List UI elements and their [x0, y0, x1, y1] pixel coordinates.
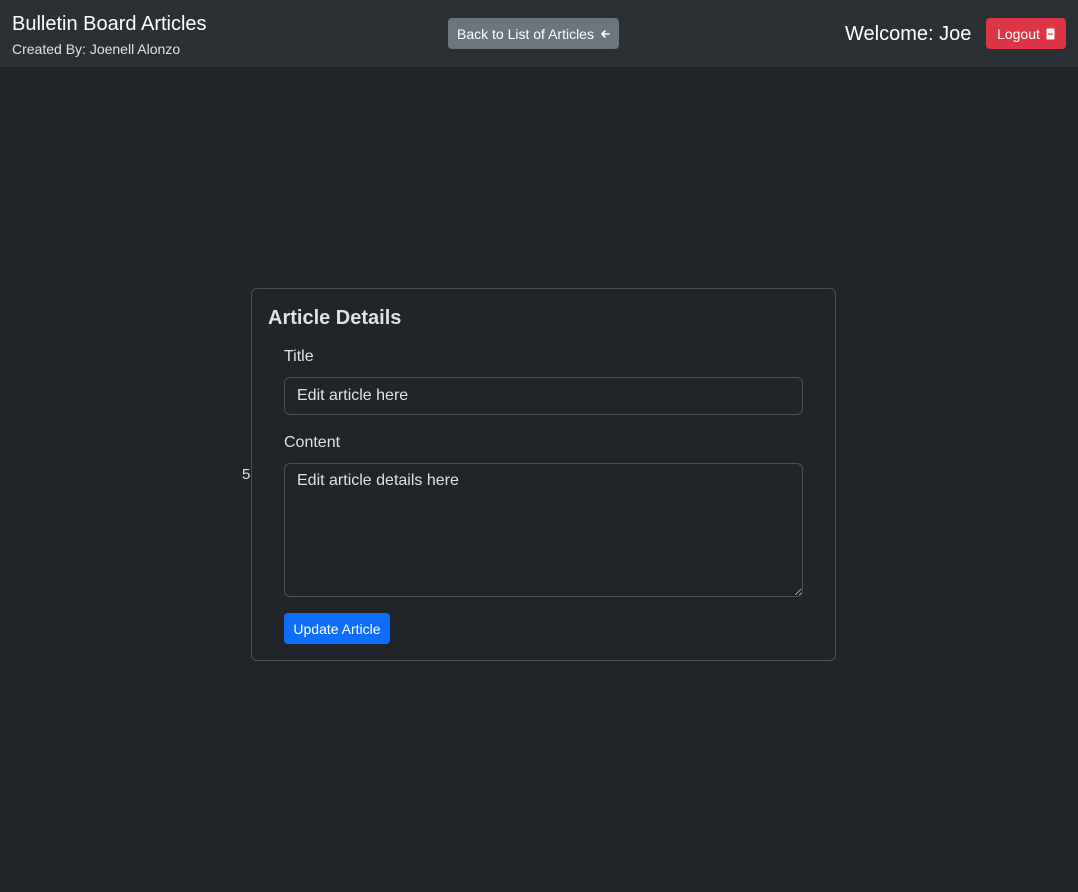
content-label: Content	[284, 434, 341, 451]
logout-button[interactable]: Logout	[986, 18, 1066, 49]
back-to-list-button[interactable]: Back to List of Articles	[448, 18, 619, 49]
door-icon	[1046, 28, 1055, 40]
back-button-label: Back to List of Articles	[457, 25, 594, 42]
content-textarea[interactable]: Edit article details here	[284, 463, 803, 597]
card-heading: Article Details	[268, 307, 402, 329]
arrow-left-icon	[600, 29, 610, 39]
app-title: Bulletin Board Articles	[12, 13, 207, 35]
update-article-button[interactable]: Update Article	[284, 613, 390, 644]
article-details-card: Article Details Title Content Edit artic…	[251, 288, 836, 661]
title-label: Title	[284, 348, 314, 365]
brand: Bulletin Board Articles Created By: Joen…	[12, 12, 207, 57]
logout-button-label: Logout	[997, 25, 1040, 42]
title-input[interactable]	[284, 377, 803, 415]
stray-number: 5	[242, 466, 251, 483]
top-navbar: Bulletin Board Articles Created By: Joen…	[0, 0, 1078, 67]
welcome-text: Welcome: Joe	[845, 23, 972, 45]
app-subtitle: Created By: Joenell Alonzo	[12, 41, 181, 57]
